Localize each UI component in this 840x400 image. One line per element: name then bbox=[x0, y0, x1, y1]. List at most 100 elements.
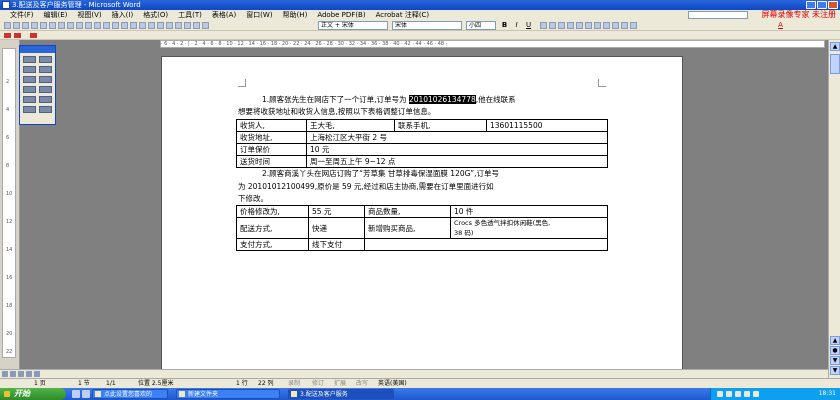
rectangle-tool-icon[interactable] bbox=[23, 66, 36, 73]
center-icon[interactable] bbox=[549, 22, 556, 29]
decrease-indent-icon[interactable] bbox=[603, 22, 610, 29]
taskbar-button-word[interactable]: 3.配送及客户服务 bbox=[288, 389, 394, 399]
question-2-line-3[interactable]: 下修改。 bbox=[238, 194, 268, 204]
insert-table-icon[interactable] bbox=[157, 22, 164, 29]
hyperlink-icon[interactable] bbox=[139, 22, 146, 29]
font-color-button[interactable]: A bbox=[776, 21, 785, 30]
format-painter-icon[interactable] bbox=[112, 22, 119, 29]
reading-layout-icon[interactable] bbox=[34, 371, 40, 377]
save-icon[interactable] bbox=[22, 22, 29, 29]
undo-icon[interactable] bbox=[121, 22, 128, 29]
convert-and-email-icon[interactable] bbox=[14, 33, 21, 38]
floating-drawing-palette[interactable] bbox=[19, 45, 56, 125]
antivirus-icon[interactable] bbox=[735, 391, 741, 397]
doc-map-icon[interactable] bbox=[193, 22, 200, 29]
increase-indent-icon[interactable] bbox=[612, 22, 619, 29]
open-icon[interactable] bbox=[13, 22, 20, 29]
word-app-icon[interactable] bbox=[2, 1, 10, 9]
font-size-dropdown[interactable]: 小四 bbox=[466, 21, 496, 30]
fill-color-icon[interactable] bbox=[39, 96, 52, 103]
line-spacing-icon[interactable] bbox=[576, 22, 583, 29]
menu-help[interactable]: 帮助(H) bbox=[283, 10, 308, 20]
print-icon[interactable] bbox=[49, 22, 56, 29]
new-item-cell[interactable]: Crocs 多色透气拌扣休闲鞋(黑色, 38 码) bbox=[450, 217, 608, 239]
consignee-info-table[interactable]: 收货人, 王大毛, 联系手机, 13601115500 收货地址, 上海松江区大… bbox=[236, 119, 608, 168]
menu-tools[interactable]: 工具(T) bbox=[178, 10, 202, 20]
select-browse-object-icon[interactable]: ● bbox=[830, 346, 840, 355]
clock[interactable]: 18:31 bbox=[819, 390, 836, 397]
line-tool-icon[interactable] bbox=[39, 56, 52, 63]
insert-excel-icon[interactable] bbox=[166, 22, 173, 29]
print-preview-icon[interactable] bbox=[58, 22, 65, 29]
copy-icon[interactable] bbox=[94, 22, 101, 29]
clipart-tool-icon[interactable] bbox=[39, 86, 52, 93]
minimize-button[interactable] bbox=[806, 1, 816, 9]
web-layout-icon[interactable] bbox=[10, 371, 16, 377]
normal-view-icon[interactable] bbox=[2, 371, 8, 377]
menu-acrobat-comments[interactable]: Acrobat 注释(C) bbox=[376, 10, 430, 20]
print-layout-icon[interactable] bbox=[18, 371, 24, 377]
drawing-icon[interactable] bbox=[184, 22, 191, 29]
question-2-line-2[interactable]: 为 20101012100499,原价是 59 元,经过和店主协商,需要在订单里… bbox=[238, 182, 494, 192]
textbox-tool-icon[interactable] bbox=[23, 76, 36, 83]
show-hide-icon[interactable] bbox=[202, 22, 209, 29]
previous-page-icon[interactable]: ▲ bbox=[830, 336, 840, 345]
scroll-down-arrow-icon[interactable]: ▼ bbox=[830, 366, 840, 375]
close-button[interactable] bbox=[828, 1, 838, 9]
bullets-icon[interactable] bbox=[594, 22, 601, 29]
question-2-line-1[interactable]: 2.顾客商溪丫头在网店订购了“芳草集 甘草排毒保湿面膜 120G”,订单号 bbox=[262, 169, 499, 179]
redo-icon[interactable] bbox=[130, 22, 137, 29]
network-icon[interactable] bbox=[717, 391, 723, 397]
menu-window[interactable]: 窗口(W) bbox=[246, 10, 272, 20]
help-search-box[interactable] bbox=[688, 11, 748, 19]
picture-tool-icon[interactable] bbox=[23, 96, 36, 103]
maximize-button[interactable] bbox=[817, 1, 827, 9]
bold-button[interactable]: B bbox=[500, 21, 509, 30]
tables-icon[interactable] bbox=[148, 22, 155, 29]
font-dropdown[interactable]: 宋体 bbox=[392, 21, 462, 30]
menu-edit[interactable]: 编辑(E) bbox=[44, 10, 68, 20]
wordart-tool-icon[interactable] bbox=[39, 76, 52, 83]
ime-icon[interactable] bbox=[744, 391, 750, 397]
align-left-icon[interactable] bbox=[540, 22, 547, 29]
line-color-icon[interactable] bbox=[23, 106, 36, 113]
outline-view-icon[interactable] bbox=[26, 371, 32, 377]
spelling-icon[interactable] bbox=[67, 22, 74, 29]
numbering-icon[interactable] bbox=[585, 22, 592, 29]
permission-icon[interactable] bbox=[31, 22, 38, 29]
pdf-review-icon[interactable] bbox=[30, 33, 37, 38]
taskbar-button-folder[interactable]: 新建文件夹 bbox=[176, 389, 280, 399]
convert-to-pdf-icon[interactable] bbox=[4, 33, 11, 38]
cut-icon[interactable] bbox=[85, 22, 92, 29]
scroll-up-arrow-icon[interactable]: ▲ bbox=[830, 42, 840, 51]
scroll-thumb[interactable] bbox=[830, 54, 840, 74]
diagram-tool-icon[interactable] bbox=[23, 86, 36, 93]
menu-adobe-pdf[interactable]: Adobe PDF(B) bbox=[317, 10, 365, 20]
question-1-line-2[interactable]: 想要将收获地址和收货人信息,按照以下表格调整订单信息。 bbox=[238, 107, 435, 117]
highlight-icon[interactable] bbox=[630, 22, 637, 29]
taskbar-button-ie[interactable]: 点此设置您喜欢的 bbox=[92, 389, 168, 399]
research-icon[interactable] bbox=[76, 22, 83, 29]
show-desktop-icon[interactable] bbox=[72, 390, 80, 398]
columns-icon[interactable] bbox=[175, 22, 182, 29]
question-1-line-1[interactable]: 1.顾客张先生在网店下了一个订单,订单号为 20101026134778,他在线… bbox=[262, 95, 516, 105]
horizontal-scrollbar[interactable] bbox=[0, 369, 828, 378]
paste-icon[interactable] bbox=[103, 22, 110, 29]
start-button[interactable]: 开始 bbox=[0, 388, 66, 400]
palette-header[interactable] bbox=[20, 46, 55, 53]
menu-file[interactable]: 文件(F) bbox=[10, 10, 34, 20]
vertical-scrollbar[interactable]: ▲ ▲ ● ▼ ▼ bbox=[828, 40, 840, 378]
horizontal-ruler[interactable]: · 6 · 4 · 2 · | · 2 · 4 · 6 · 8 · 10 · 1… bbox=[160, 40, 825, 48]
style-dropdown[interactable]: 正文 + 宋体 bbox=[318, 21, 388, 30]
ie-icon[interactable] bbox=[82, 390, 90, 398]
menu-insert[interactable]: 插入(I) bbox=[112, 10, 134, 20]
order-change-table[interactable]: 价格修改为, 55 元 商品数量, 10 件 配送方式, 快递 新增购买商品, … bbox=[236, 205, 608, 251]
menu-table[interactable]: 表格(A) bbox=[212, 10, 236, 20]
document-page[interactable]: 1.顾客张先生在网店下了一个订单,订单号为 20101026134778,他在线… bbox=[161, 56, 683, 378]
outside-border-icon[interactable] bbox=[621, 22, 628, 29]
italic-button[interactable]: I bbox=[512, 21, 521, 30]
menu-view[interactable]: 视图(V) bbox=[77, 10, 101, 20]
select-tool-icon[interactable] bbox=[23, 56, 36, 63]
font-color-icon[interactable] bbox=[39, 106, 52, 113]
volume-icon[interactable] bbox=[726, 391, 732, 397]
